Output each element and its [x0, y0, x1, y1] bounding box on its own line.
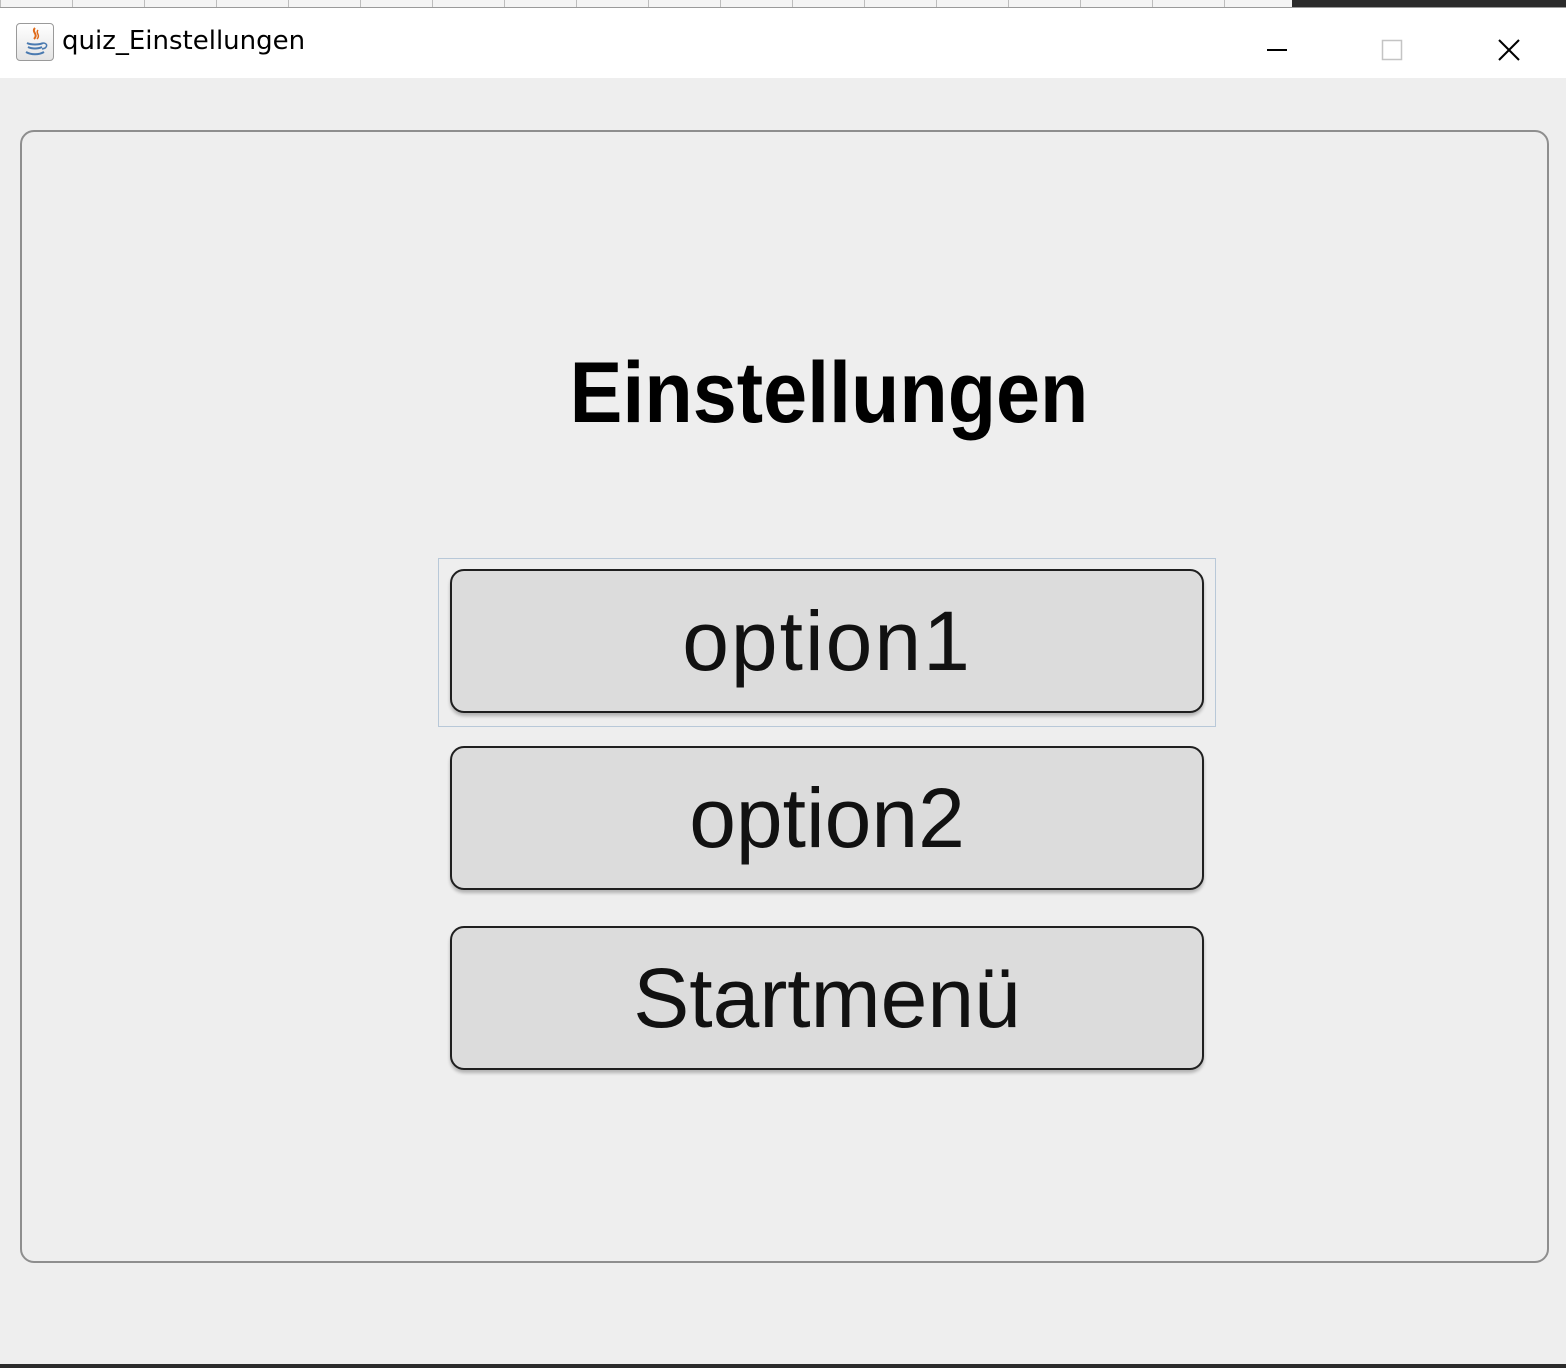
- background-window-edge: [0, 0, 1566, 8]
- minimize-button[interactable]: [1219, 16, 1335, 68]
- window-title: quiz_Einstellungen: [62, 26, 306, 56]
- minimize-icon: [1267, 49, 1287, 51]
- close-button[interactable]: [1451, 16, 1566, 68]
- settings-content-area: Einstellungen option1 option2 Startmenü: [0, 78, 1566, 1364]
- background-window-edge-dark: [1292, 0, 1566, 7]
- close-icon: [1498, 39, 1520, 61]
- option1-button[interactable]: option1: [450, 569, 1204, 713]
- option2-button[interactable]: option2: [450, 746, 1204, 890]
- window-bottom-edge: [0, 1364, 1566, 1368]
- maximize-icon: [1381, 39, 1403, 61]
- startmenu-button[interactable]: Startmenü: [450, 926, 1204, 1070]
- page-title: Einstellungen: [569, 345, 1089, 441]
- java-icon: [16, 23, 54, 61]
- title-bar[interactable]: quiz_Einstellungen: [0, 8, 1566, 78]
- maximize-button[interactable]: [1334, 16, 1450, 68]
